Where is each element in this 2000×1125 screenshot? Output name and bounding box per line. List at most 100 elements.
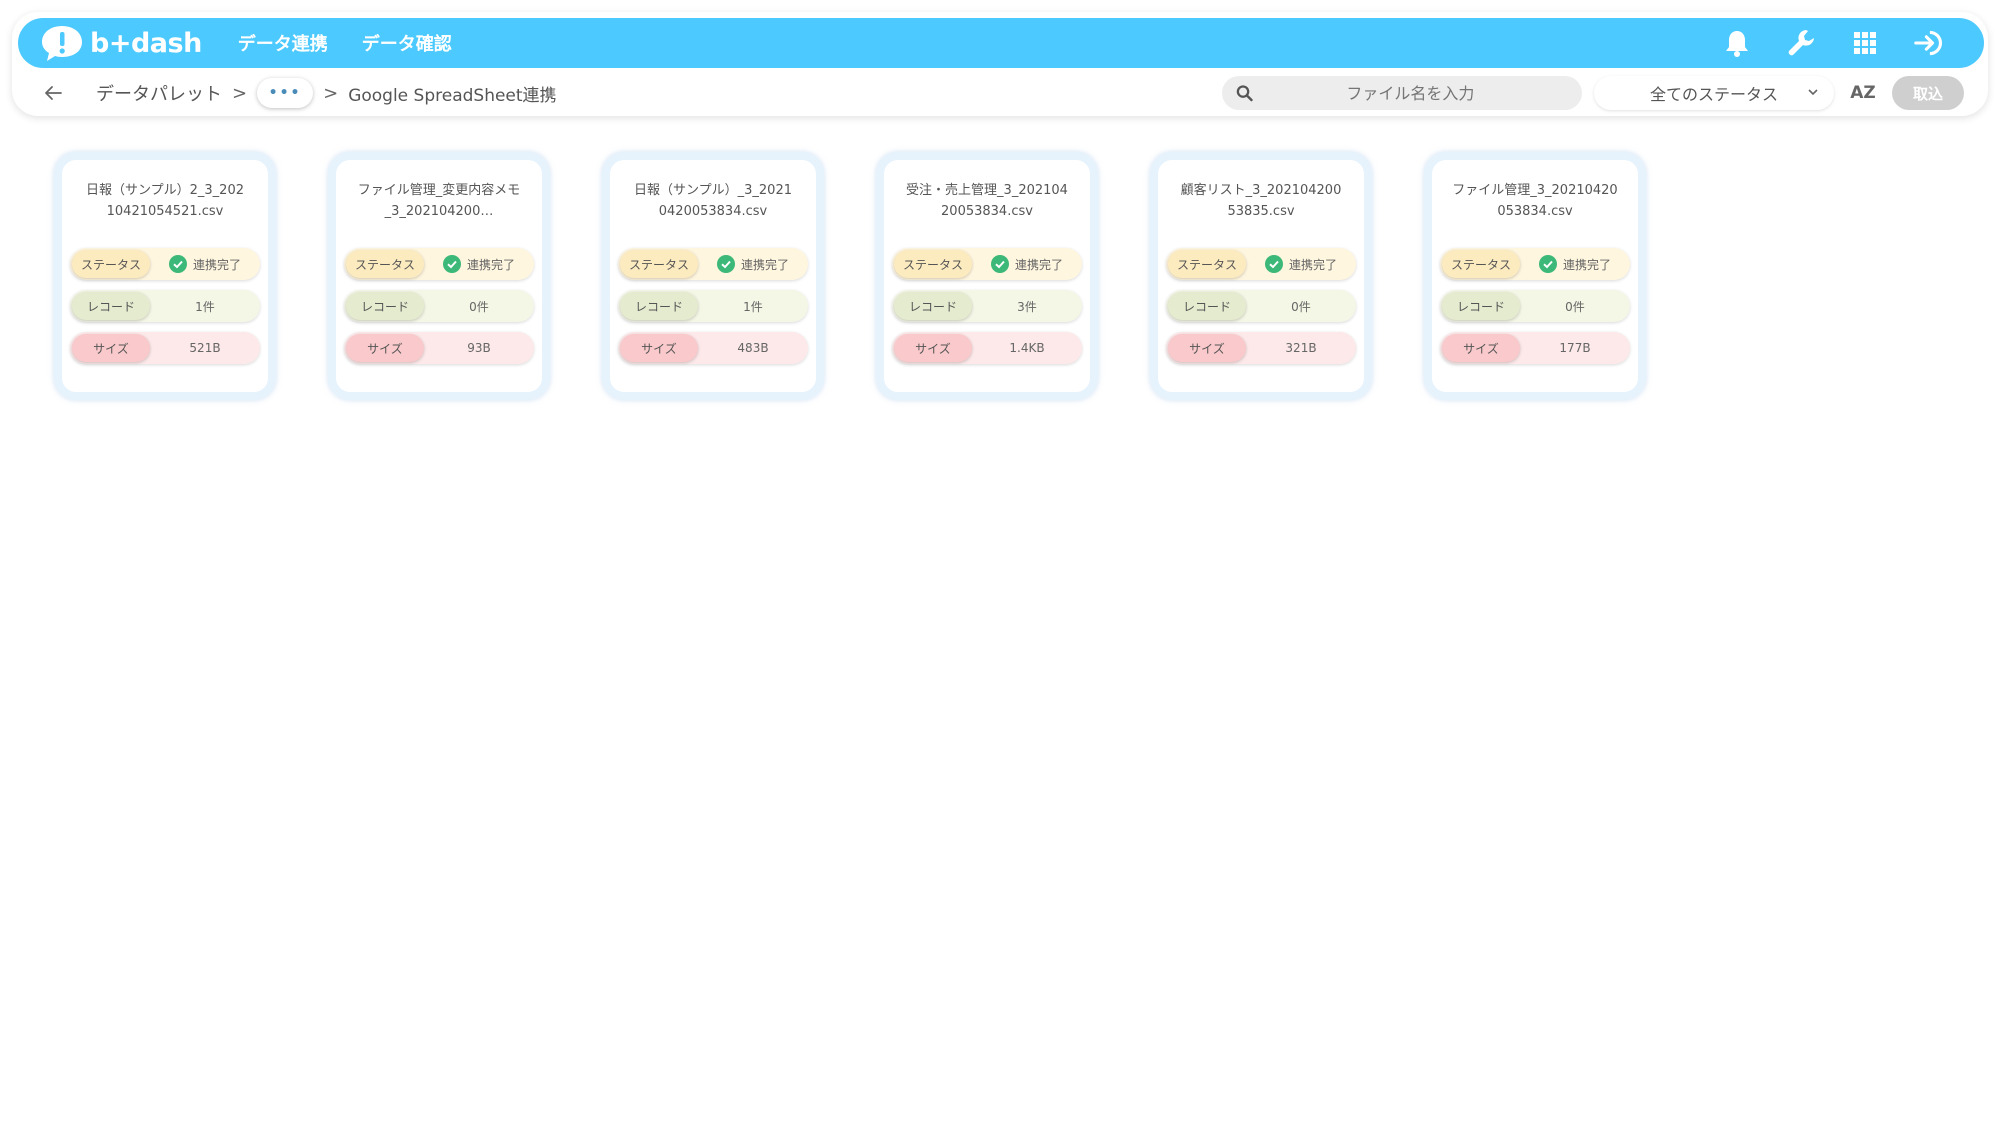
main-nav: データ連携 データ確認 bbox=[238, 30, 452, 56]
nav-data-integration[interactable]: データ連携 bbox=[238, 30, 328, 56]
check-circle-icon bbox=[1538, 255, 1557, 273]
record-label: レコード bbox=[894, 292, 972, 320]
record-label: レコード bbox=[72, 292, 150, 320]
status-row: ステータス 連携完了 bbox=[70, 248, 260, 280]
apps-grid-icon[interactable] bbox=[1850, 28, 1880, 58]
size-row: サイズ 321B bbox=[1166, 332, 1356, 364]
file-name: 受注・売上管理_3_20210420053834.csv bbox=[906, 183, 1068, 219]
record-row: レコード 3件 bbox=[892, 290, 1082, 322]
file-name: 日報（サンプル）2_3_20210421054521.csv bbox=[86, 183, 244, 219]
status-label: ステータス bbox=[1168, 250, 1246, 278]
size-value: 93B bbox=[467, 341, 491, 355]
file-card-grid: 日報（サンプル）2_3_20210421054521.csv ステータス 連携完… bbox=[54, 152, 1646, 400]
record-row: レコード 0件 bbox=[344, 290, 534, 322]
file-name: ファイル管理_変更内容メモ_3_202104200… bbox=[357, 183, 521, 219]
record-label: レコード bbox=[346, 292, 424, 320]
check-circle-icon bbox=[716, 255, 735, 273]
size-value: 483B bbox=[737, 341, 769, 355]
status-value: 連携完了 bbox=[1014, 257, 1063, 272]
record-value: 0件 bbox=[1565, 299, 1585, 314]
breadcrumb-root[interactable]: データパレット bbox=[96, 80, 222, 106]
breadcrumb-separator: > bbox=[323, 82, 339, 104]
size-value: 521B bbox=[189, 341, 221, 355]
status-label: ステータス bbox=[346, 250, 424, 278]
size-row: サイズ 1.4KB bbox=[892, 332, 1082, 364]
breadcrumb-ellipsis-button[interactable]: ••• bbox=[257, 78, 314, 108]
check-circle-icon bbox=[442, 255, 461, 273]
status-filter-select[interactable]: 全てのステータス bbox=[1594, 76, 1834, 110]
status-row: ステータス 連携完了 bbox=[344, 248, 534, 280]
status-label: ステータス bbox=[72, 250, 150, 278]
bell-icon[interactable] bbox=[1722, 28, 1752, 58]
status-value: 連携完了 bbox=[466, 257, 515, 272]
logo-text: b+dash bbox=[90, 27, 202, 59]
status-value: 連携完了 bbox=[1562, 257, 1611, 272]
check-circle-icon bbox=[168, 255, 187, 273]
file-name: ファイル管理_3_20210420053834.csv bbox=[1452, 183, 1618, 219]
status-value: 連携完了 bbox=[192, 257, 241, 272]
file-card[interactable]: 日報（サンプル）2_3_20210421054521.csv ステータス 連携完… bbox=[54, 152, 276, 400]
file-name: 日報（サンプル）_3_20210420053834.csv bbox=[634, 183, 792, 219]
size-label: サイズ bbox=[346, 334, 424, 362]
status-value: 連携完了 bbox=[1288, 257, 1337, 272]
logo[interactable]: b+dash bbox=[40, 23, 202, 63]
size-label: サイズ bbox=[1168, 334, 1246, 362]
back-arrow-icon[interactable] bbox=[40, 80, 66, 106]
toolbar: 全てのステータス AZ 取込 bbox=[1222, 76, 1964, 110]
record-value: 0件 bbox=[469, 299, 489, 314]
logo-speech-bubble-icon bbox=[42, 26, 82, 61]
status-filter-value: 全てのステータス bbox=[1649, 85, 1778, 104]
size-label: サイズ bbox=[620, 334, 698, 362]
search-input[interactable] bbox=[1252, 82, 1568, 104]
status-label: ステータス bbox=[894, 250, 972, 278]
wrench-icon[interactable] bbox=[1786, 28, 1816, 58]
size-label: サイズ bbox=[72, 334, 150, 362]
record-label: レコード bbox=[620, 292, 698, 320]
status-row: ステータス 連携完了 bbox=[1166, 248, 1356, 280]
chevron-down-icon bbox=[1808, 89, 1818, 96]
import-button[interactable]: 取込 bbox=[1892, 76, 1964, 110]
breadcrumb-current: Google SpreadSheet連携 bbox=[348, 85, 557, 106]
record-value: 1件 bbox=[743, 299, 763, 314]
record-value: 1件 bbox=[195, 299, 215, 314]
record-row: レコード 1件 bbox=[70, 290, 260, 322]
logout-icon[interactable] bbox=[1914, 28, 1944, 58]
record-row: レコード 0件 bbox=[1166, 290, 1356, 322]
file-card[interactable]: ファイル管理_変更内容メモ_3_202104200… ステータス 連携完了 レコ… bbox=[328, 152, 550, 400]
file-card[interactable]: 日報（サンプル）_3_20210420053834.csv ステータス 連携完了… bbox=[602, 152, 824, 400]
check-circle-icon bbox=[1264, 255, 1283, 273]
record-label: レコード bbox=[1168, 292, 1246, 320]
status-row: ステータス 連携完了 bbox=[618, 248, 808, 280]
nav-data-check[interactable]: データ確認 bbox=[362, 30, 452, 56]
search-icon bbox=[1236, 85, 1253, 102]
header-icons bbox=[1722, 28, 1944, 58]
status-row: ステータス 連携完了 bbox=[1440, 248, 1630, 280]
status-value: 連携完了 bbox=[740, 257, 789, 272]
size-value: 1.4KB bbox=[1009, 341, 1045, 355]
size-value: 321B bbox=[1285, 341, 1317, 355]
size-row: サイズ 521B bbox=[70, 332, 260, 364]
size-value: 177B bbox=[1559, 341, 1591, 355]
size-row: サイズ 483B bbox=[618, 332, 808, 364]
check-circle-icon bbox=[990, 255, 1009, 273]
breadcrumb-separator: > bbox=[232, 82, 248, 104]
record-row: レコード 1件 bbox=[618, 290, 808, 322]
record-value: 3件 bbox=[1017, 299, 1037, 314]
status-label: ステータス bbox=[1442, 250, 1520, 278]
search-box bbox=[1222, 76, 1582, 110]
status-row: ステータス 連携完了 bbox=[892, 248, 1082, 280]
sort-az-button[interactable]: AZ bbox=[1846, 83, 1880, 103]
top-navbar: b+dash データ連携 データ確認 bbox=[18, 18, 1984, 68]
size-row: サイズ 93B bbox=[344, 332, 534, 364]
size-label: サイズ bbox=[1442, 334, 1520, 362]
record-label: レコード bbox=[1442, 292, 1520, 320]
file-card[interactable]: 受注・売上管理_3_20210420053834.csv ステータス 連携完了 … bbox=[876, 152, 1098, 400]
record-value: 0件 bbox=[1291, 299, 1311, 314]
breadcrumb-bar: データパレット > ••• > Google SpreadSheet連携 全ての… bbox=[12, 70, 1988, 116]
file-card[interactable]: ファイル管理_3_20210420053834.csv ステータス 連携完了 レ… bbox=[1424, 152, 1646, 400]
file-name: 顧客リスト_3_20210420053835.csv bbox=[1180, 183, 1342, 219]
size-label: サイズ bbox=[894, 334, 972, 362]
status-label: ステータス bbox=[620, 250, 698, 278]
file-card[interactable]: 顧客リスト_3_20210420053835.csv ステータス 連携完了 レコ… bbox=[1150, 152, 1372, 400]
record-row: レコード 0件 bbox=[1440, 290, 1630, 322]
